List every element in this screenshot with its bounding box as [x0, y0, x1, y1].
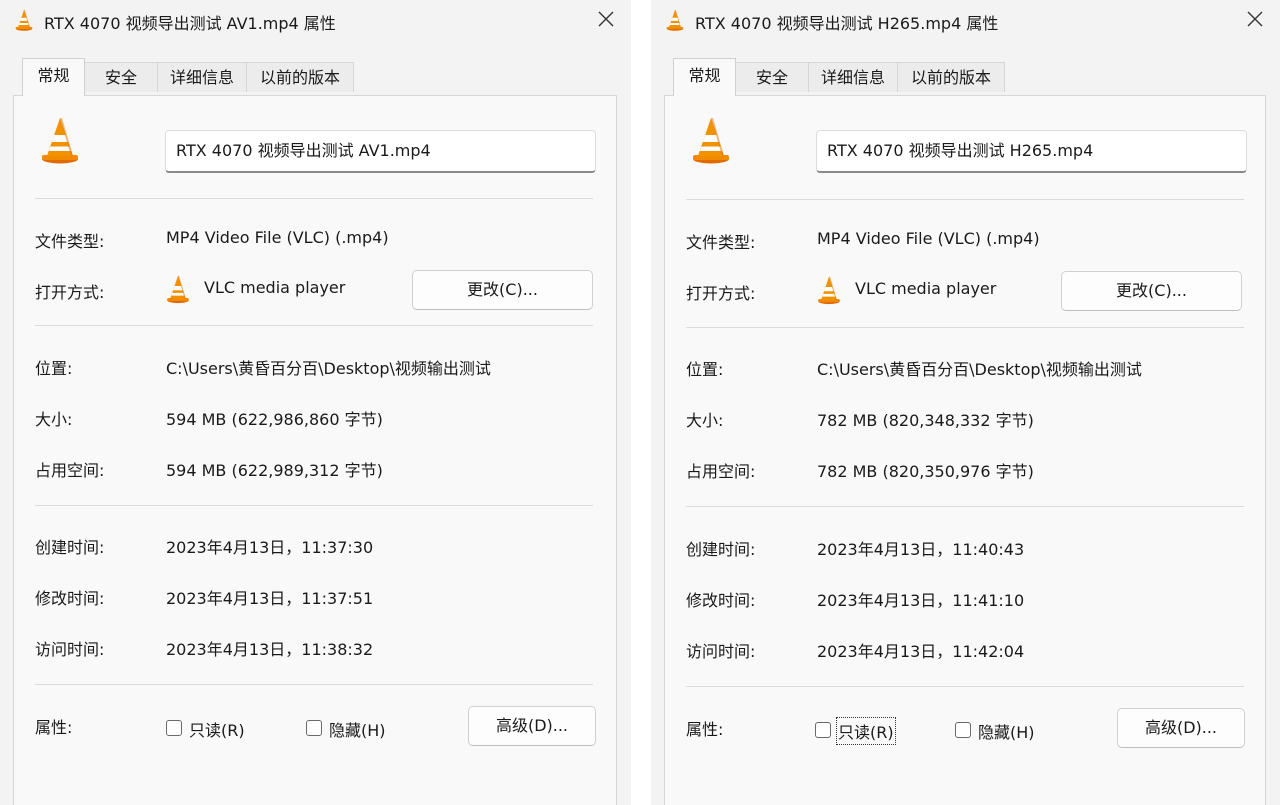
tab-details[interactable]: 详细信息 — [808, 62, 898, 92]
file-type-value: MP4 Video File (VLC) (.mp4) — [166, 228, 389, 247]
accessed-value: 2023年4月13日，11:42:04 — [817, 642, 1025, 661]
close-icon — [1247, 11, 1263, 27]
size-on-disk-value: 594 MB (622,989,312 字节) — [166, 461, 383, 480]
tab-general[interactable]: 常规 — [22, 58, 85, 96]
vlc-cone-icon — [665, 9, 685, 31]
created-label: 创建时间: — [35, 538, 105, 557]
created-label: 创建时间: — [686, 540, 756, 559]
separator — [35, 684, 593, 685]
size-on-disk-label: 占用空间: — [686, 462, 756, 481]
separator — [35, 505, 593, 506]
advanced-button[interactable]: 高级(D)... — [468, 706, 596, 746]
created-value: 2023年4月13日，11:37:30 — [166, 538, 374, 557]
title-bar: RTX 4070 视频导出测试 AV1.mp4 属性 — [0, 0, 631, 40]
vlc-cone-icon — [40, 116, 80, 164]
attributes-label: 属性: — [686, 720, 724, 739]
attributes-label: 属性: — [35, 718, 73, 737]
hidden-label[interactable]: 隐藏(H) — [978, 719, 1035, 743]
screenshot-gap — [631, 0, 651, 805]
opens-with-label: 打开方式: — [686, 284, 756, 303]
location-value: C:\Users\黄昏百分百\Desktop\视频输出测试 — [817, 360, 1142, 379]
close-button[interactable] — [593, 6, 619, 32]
location-value: C:\Users\黄昏百分百\Desktop\视频输出测试 — [166, 359, 491, 378]
readonly-checkbox[interactable] — [815, 722, 831, 738]
properties-window-h265: RTX 4070 视频导出测试 H265.mp4 属性 常规 安全 详细信息 以… — [651, 0, 1280, 805]
separator — [686, 686, 1244, 687]
modified-label: 修改时间: — [686, 591, 756, 610]
size-on-disk-label: 占用空间: — [35, 461, 105, 480]
title-bar: RTX 4070 视频导出测试 H265.mp4 属性 — [651, 0, 1280, 40]
hidden-checkbox[interactable] — [955, 722, 971, 738]
advanced-button[interactable]: 高级(D)... — [1117, 708, 1245, 748]
window-title: RTX 4070 视频导出测试 AV1.mp4 属性 — [44, 14, 336, 33]
location-label: 位置: — [686, 360, 724, 379]
separator — [686, 199, 1244, 200]
tab-security[interactable]: 安全 — [84, 62, 158, 92]
modified-label: 修改时间: — [35, 589, 105, 608]
file-type-label: 文件类型: — [686, 233, 756, 252]
vlc-cone-icon — [14, 9, 34, 31]
modified-value: 2023年4月13日，11:37:51 — [166, 589, 374, 608]
accessed-label: 访问时间: — [35, 640, 105, 659]
vlc-cone-icon — [817, 275, 841, 305]
tab-security[interactable]: 安全 — [735, 62, 809, 92]
separator — [35, 325, 593, 326]
readonly-checkbox[interactable] — [166, 720, 182, 736]
hidden-checkbox[interactable] — [306, 720, 322, 736]
general-panel: RTX 4070 视频导出测试 H265.mp4 文件类型: MP4 Video… — [664, 95, 1266, 805]
separator — [686, 506, 1244, 507]
vlc-cone-icon — [166, 274, 190, 304]
window-title: RTX 4070 视频导出测试 H265.mp4 属性 — [695, 14, 999, 33]
change-button[interactable]: 更改(C)... — [412, 270, 593, 310]
created-value: 2023年4月13日，11:40:43 — [817, 540, 1025, 559]
readonly-label[interactable]: 只读(R) — [836, 717, 896, 745]
accessed-label: 访问时间: — [686, 642, 756, 661]
hidden-label[interactable]: 隐藏(H) — [329, 717, 386, 741]
separator — [686, 327, 1244, 328]
properties-window-av1: RTX 4070 视频导出测试 AV1.mp4 属性 常规 安全 详细信息 以前… — [0, 0, 631, 805]
size-on-disk-value: 782 MB (820,350,976 字节) — [817, 462, 1034, 481]
modified-value: 2023年4月13日，11:41:10 — [817, 591, 1025, 610]
tab-previous-versions[interactable]: 以前的版本 — [246, 62, 354, 92]
accessed-value: 2023年4月13日，11:38:32 — [166, 640, 374, 659]
opens-with-app: VLC media player — [204, 278, 346, 297]
location-label: 位置: — [35, 359, 73, 378]
file-type-label: 文件类型: — [35, 232, 105, 251]
general-panel: RTX 4070 视频导出测试 AV1.mp4 文件类型: MP4 Video … — [13, 95, 617, 805]
opens-with-label: 打开方式: — [35, 283, 105, 302]
size-value: 782 MB (820,348,332 字节) — [817, 411, 1034, 430]
tab-general[interactable]: 常规 — [673, 58, 736, 96]
close-button[interactable] — [1242, 6, 1268, 32]
opens-with-app: VLC media player — [855, 279, 997, 298]
vlc-cone-icon — [691, 116, 731, 164]
change-button[interactable]: 更改(C)... — [1061, 271, 1242, 311]
file-type-value: MP4 Video File (VLC) (.mp4) — [817, 229, 1040, 248]
close-icon — [598, 11, 614, 27]
separator — [35, 198, 593, 199]
readonly-label[interactable]: 只读(R) — [189, 717, 245, 741]
tab-previous-versions[interactable]: 以前的版本 — [897, 62, 1005, 92]
file-name-field[interactable]: RTX 4070 视频导出测试 AV1.mp4 — [165, 130, 596, 173]
file-name-field[interactable]: RTX 4070 视频导出测试 H265.mp4 — [816, 130, 1247, 173]
size-label: 大小: — [35, 410, 73, 429]
size-value: 594 MB (622,986,860 字节) — [166, 410, 383, 429]
tab-details[interactable]: 详细信息 — [157, 62, 247, 92]
size-label: 大小: — [686, 411, 724, 430]
